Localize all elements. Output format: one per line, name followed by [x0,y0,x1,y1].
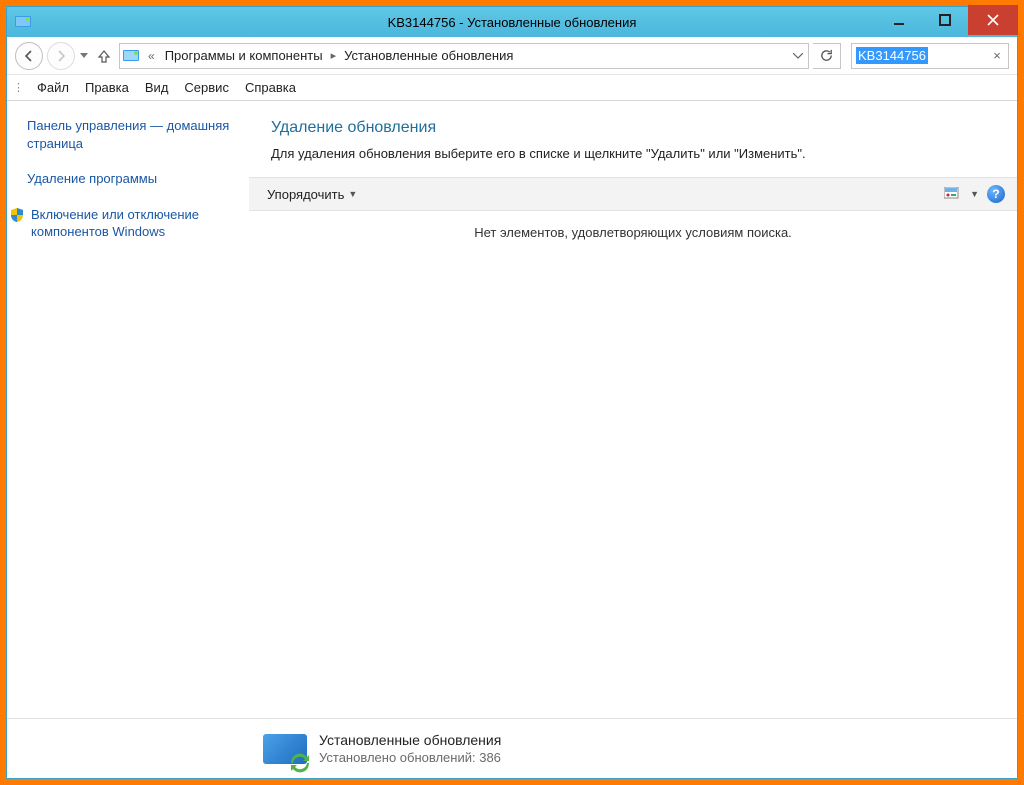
view-options-button[interactable] [942,183,964,205]
organize-button[interactable]: Упорядочить ▼ [259,183,365,206]
main-content: Удаление обновления Для удаления обновле… [249,101,1017,718]
app-icon [13,13,35,31]
forward-button[interactable] [47,42,75,70]
menu-file[interactable]: Файл [29,77,77,98]
window: KB3144756 - Установленные обновления [6,6,1018,779]
address-dropdown[interactable] [786,44,808,68]
status-text: Установленные обновления Установлено обн… [319,732,501,765]
caret-down-icon: ▼ [348,189,357,199]
sidebar: Панель управления — домашняя страница Уд… [7,101,249,718]
search-input[interactable]: KB3144756 × [851,43,1009,69]
view-caret-icon[interactable]: ▼ [970,189,979,199]
close-button[interactable] [968,5,1018,35]
window-title: KB3144756 - Установленные обновления [7,15,1017,30]
menu-bar: ⋮ Файл Правка Вид Сервис Справка [7,75,1017,101]
menu-tools[interactable]: Сервис [176,77,237,98]
breadcrumb-sep-icon: ▸ [329,49,339,62]
status-bar: Установленные обновления Установлено обн… [7,718,1017,778]
breadcrumb-programs[interactable]: Программы и компоненты [159,48,329,63]
history-dropdown[interactable] [79,53,89,59]
menu-grip-icon: ⋮ [13,81,29,94]
minimize-button[interactable] [876,7,922,33]
address-bar[interactable]: « Программы и компоненты ▸ Установленные… [119,43,809,69]
body: Панель управления — домашняя страница Уд… [7,101,1017,718]
menu-view[interactable]: Вид [137,77,177,98]
toolbar: Упорядочить ▼ ▼ ? [249,177,1017,211]
menu-help[interactable]: Справка [237,77,304,98]
sidebar-uninstall-program[interactable]: Удаление программы [27,170,237,188]
menu-edit[interactable]: Правка [77,77,137,98]
status-subtitle: Установлено обновлений: 386 [319,750,501,765]
sidebar-windows-features[interactable]: Включение или отключение компонентов Win… [9,206,237,241]
breadcrumb-updates[interactable]: Установленные обновления [338,48,519,63]
shield-icon [9,207,25,223]
status-title: Установленные обновления [319,732,501,748]
navigation-bar: « Программы и компоненты ▸ Установленные… [7,37,1017,75]
updates-icon [261,729,309,769]
sidebar-control-panel-home[interactable]: Панель управления — домашняя страница [27,117,237,152]
up-button[interactable] [93,45,115,67]
help-button[interactable]: ? [985,183,1007,205]
sidebar-item-label: Включение или отключение компонентов Win… [31,206,237,241]
titlebar[interactable]: KB3144756 - Установленные обновления [7,7,1017,37]
refresh-button[interactable] [813,43,841,69]
clear-search-icon[interactable]: × [986,48,1008,63]
organize-label: Упорядочить [267,187,344,202]
search-query: KB3144756 [856,47,928,64]
instruction-text: Для удаления обновления выберите его в с… [249,145,1017,177]
chevrons-icon: « [144,49,159,63]
maximize-button[interactable] [922,7,968,33]
window-controls [876,7,1017,37]
page-heading: Удаление обновления [249,101,1017,145]
help-icon: ? [987,185,1005,203]
back-button[interactable] [15,42,43,70]
empty-results-text: Нет элементов, удовлетворяющих условиям … [249,211,1017,254]
location-icon [120,49,144,63]
